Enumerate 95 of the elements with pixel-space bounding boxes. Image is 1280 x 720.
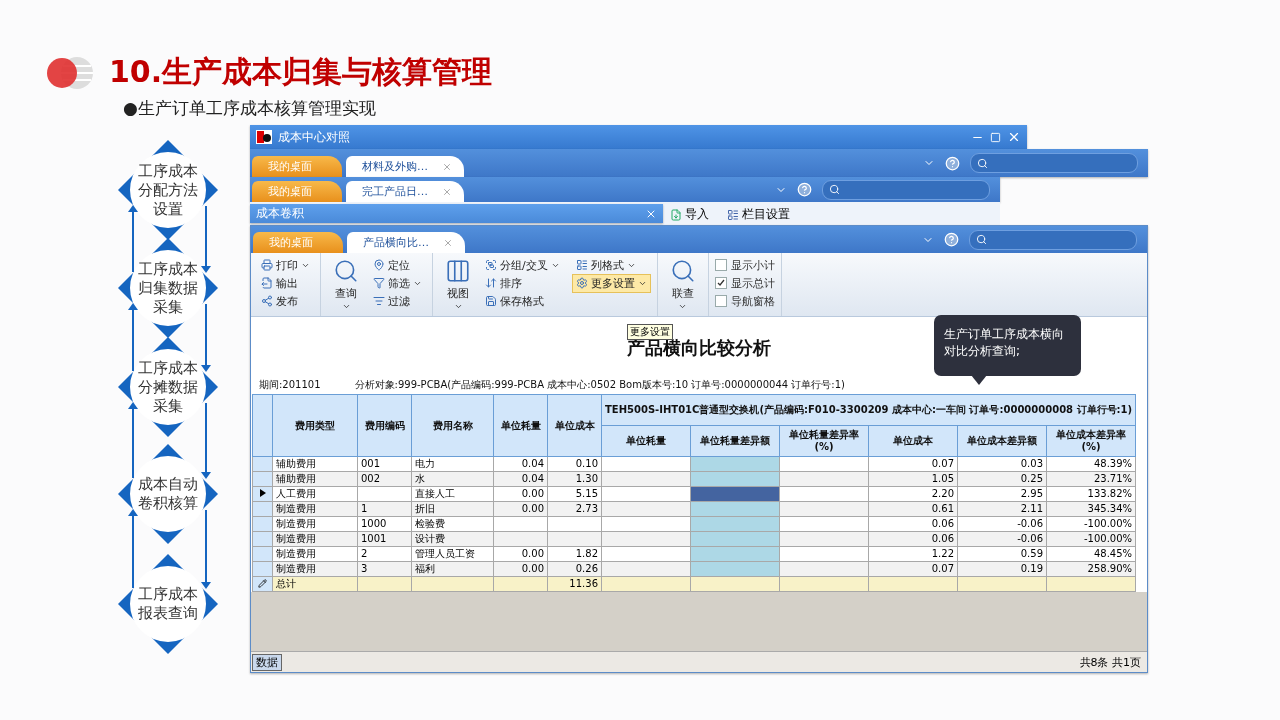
checkbox-box[interactable]	[714, 295, 727, 307]
close-icon[interactable]	[443, 237, 453, 248]
flow-arrow	[201, 205, 211, 273]
close-icon[interactable]	[442, 186, 452, 197]
row-header	[252, 394, 273, 457]
ribbon-button[interactable]: 定位	[369, 255, 426, 275]
window-title: 成本卷积	[256, 205, 305, 222]
help-icon[interactable]	[945, 155, 960, 171]
tab[interactable]: 完工产品日…	[346, 181, 464, 202]
callout-bubble: 生产订单工序成本横向对比分析查询;	[934, 315, 1081, 376]
ribbon-button[interactable]: 分组/交叉	[481, 255, 564, 275]
share-icon	[261, 295, 273, 307]
period-label: 期间:201101	[259, 378, 321, 392]
printer-icon	[261, 259, 273, 271]
step-label: 工序成本 分配方法 设置	[138, 161, 198, 219]
step-label: 工序成本 分摊数据 采集	[138, 358, 198, 416]
flow-arrow	[128, 303, 138, 372]
search-icon	[976, 234, 987, 245]
column-header[interactable]: 单位成本差异额	[957, 425, 1047, 457]
checkbox[interactable]: 显示总计	[714, 274, 775, 292]
ribbon-button[interactable]: 保存格式	[481, 291, 564, 311]
tab[interactable]: 产品横向比…	[347, 232, 465, 253]
pin-icon	[373, 259, 385, 271]
ribbon-button[interactable]: 联查	[663, 256, 702, 313]
caret-icon	[341, 302, 351, 311]
record-count: 共8条 共1页	[1079, 654, 1141, 670]
step-label: 工序成本 归集数据 采集	[138, 259, 198, 317]
view-tab[interactable]: 数据	[252, 653, 282, 671]
maximize-icon[interactable]	[990, 131, 1001, 143]
filter-icon	[373, 295, 385, 307]
app-logo-icon	[256, 130, 272, 144]
toolbar-button[interactable]: 栏目设置	[727, 206, 790, 223]
ribbon-button[interactable]: 列格式	[571, 255, 651, 275]
help-icon[interactable]	[944, 232, 959, 247]
check-icon	[716, 279, 725, 287]
ribbon-button[interactable]: 发布	[257, 291, 314, 311]
ribbon-button[interactable]: 视图	[439, 256, 477, 313]
column-group-header: TEH500S-IHT01C普通型交换机(产品编码:F010-3300209 成本中心:一车间 订单号:0000000008 订单行号:1)	[601, 394, 1136, 426]
ribbon-button[interactable]: 打印	[257, 255, 314, 275]
column-header[interactable]: 单位耗量	[493, 394, 548, 457]
search-icon	[829, 184, 840, 195]
search-field[interactable]	[822, 179, 990, 200]
column-header[interactable]: 单位耗量	[601, 425, 691, 457]
column-header[interactable]: 单位耗量差异额	[690, 425, 780, 457]
column-header[interactable]: 费用名称	[411, 394, 494, 457]
flow-arrow	[128, 205, 138, 273]
caret-icon	[678, 302, 688, 311]
tab[interactable]: 材料及外购…	[346, 156, 464, 177]
search-field[interactable]	[970, 153, 1138, 173]
group-icon	[485, 259, 497, 271]
caret-icon	[453, 302, 463, 311]
callout-pointer	[971, 375, 987, 385]
filter-icon	[373, 277, 385, 289]
pencil-icon	[258, 578, 267, 588]
save-icon	[485, 295, 497, 307]
close-icon[interactable]	[442, 161, 452, 172]
column-header[interactable]: 单位耗量差异率(%)	[779, 425, 869, 457]
logo-icon	[45, 55, 95, 90]
sort-icon	[485, 277, 497, 289]
checkbox-box[interactable]	[714, 277, 727, 289]
slide-title: 10.生产成本归集与核算管理	[109, 53, 493, 91]
list-icon	[575, 259, 588, 271]
column-header[interactable]: 单位成本差异率(%)	[1046, 425, 1136, 457]
window-title: 成本中心对照	[278, 128, 351, 146]
ribbon-button[interactable]: 查询	[327, 256, 365, 313]
current-row-icon	[259, 489, 266, 497]
toolbar-button[interactable]: 导入	[670, 206, 709, 223]
step-label: 成本自动 卷积核算	[138, 475, 198, 513]
checkbox-box[interactable]	[714, 259, 727, 271]
search-icon	[977, 157, 988, 169]
column-header[interactable]: 单位成本	[868, 425, 958, 457]
checkbox[interactable]: 导航窗格	[714, 292, 775, 310]
ribbon-button[interactable]: 过滤	[369, 291, 426, 311]
export-icon	[261, 277, 273, 289]
column-header[interactable]: 费用编码	[357, 394, 412, 457]
search-icon	[333, 258, 359, 284]
gear-icon	[575, 277, 588, 289]
list-icon	[727, 208, 739, 221]
close-icon[interactable]	[1007, 130, 1021, 144]
ribbon-button[interactable]: 输出	[257, 273, 314, 293]
subtitle: ●生产订单工序成本核算管理实现	[123, 97, 377, 120]
grid-icon	[445, 258, 471, 284]
ribbon-button[interactable]: 更多设置	[571, 273, 651, 293]
import-icon	[670, 208, 682, 221]
tooltip: 更多设置	[627, 324, 673, 340]
search-field[interactable]	[969, 229, 1137, 250]
column-header[interactable]: 单位成本	[547, 394, 602, 457]
ribbon-button[interactable]: 排序	[481, 273, 564, 293]
help-icon[interactable]	[797, 182, 812, 197]
checkbox[interactable]: 显示小计	[714, 256, 775, 274]
analysis-object-label: 分析对象:999-PCBA(产品编码:999-PCBA 成本中心:0502 Bom版本号:10 订单号:0000000044 订单行号:1)	[354, 378, 845, 392]
step-label: 工序成本 报表查询	[138, 585, 198, 623]
column-header[interactable]: 费用类型	[272, 394, 358, 457]
ribbon-button[interactable]: 筛选	[369, 273, 426, 293]
flow-arrow	[201, 303, 211, 372]
